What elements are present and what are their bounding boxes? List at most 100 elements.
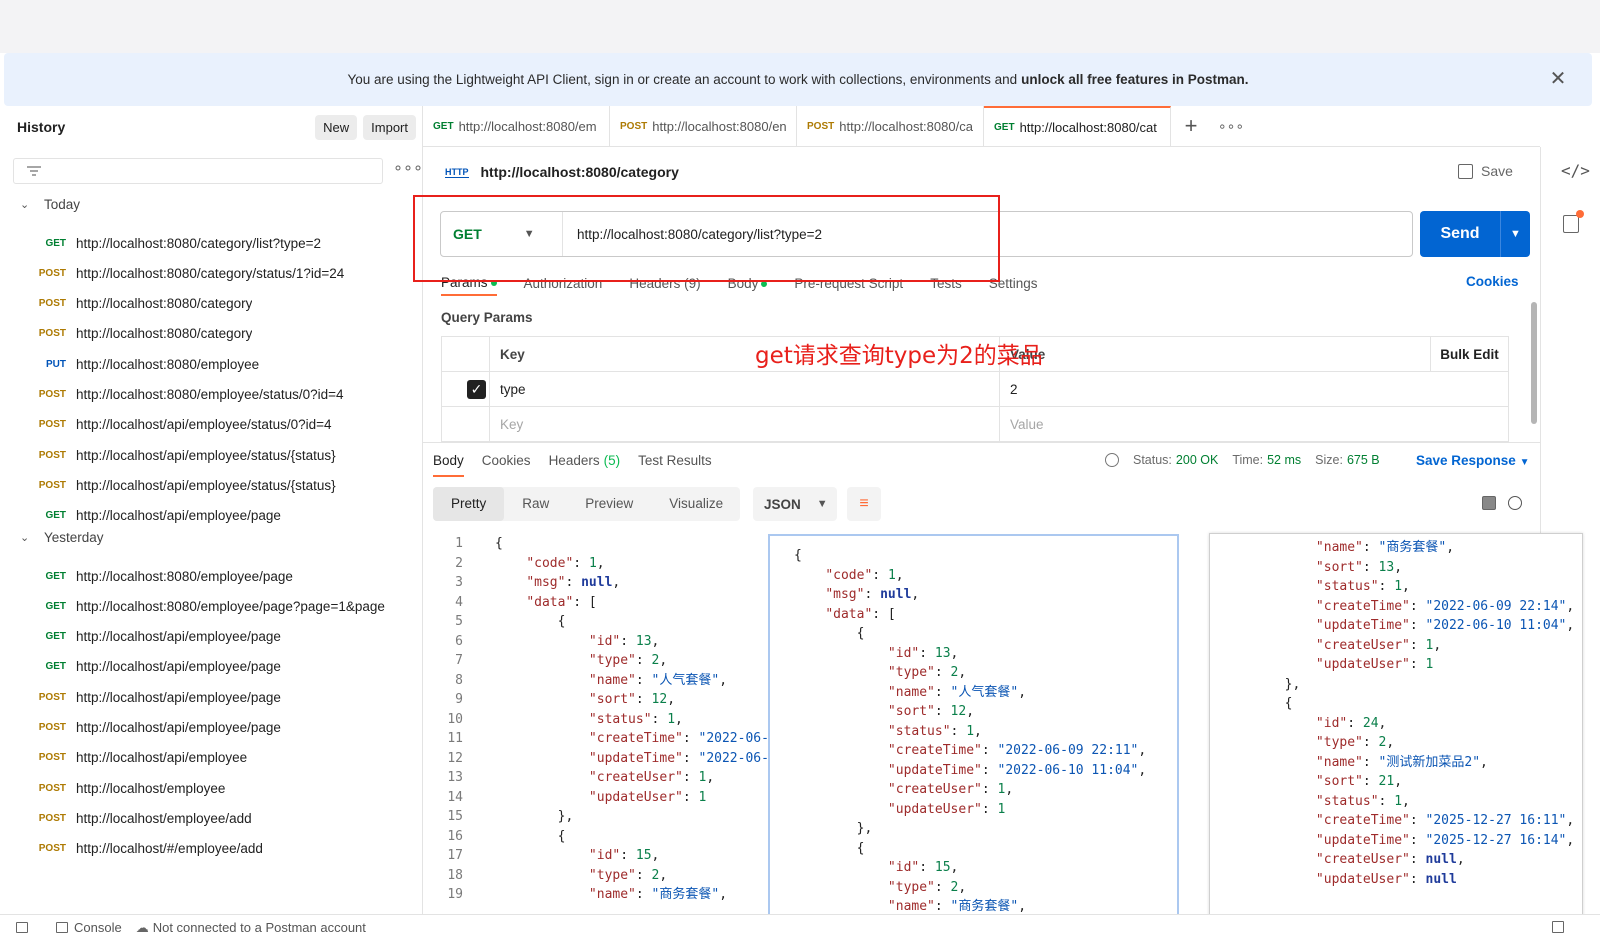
code-line: "updateTime": "2022-06-10 11:04", [1222, 616, 1574, 636]
param-key[interactable]: type [490, 372, 1000, 406]
history-item[interactable]: POST http://localhost:8080/category [0, 289, 422, 319]
tab-label: Headers [548, 453, 600, 468]
method-select[interactable]: GET ▼ [441, 212, 563, 256]
code-token: : [635, 887, 652, 902]
code-token: 15 [934, 860, 951, 875]
globe-icon[interactable] [1105, 453, 1119, 467]
code-line: "createUser": null, [1222, 850, 1465, 870]
toggle-sidebar-icon[interactable] [16, 922, 28, 933]
history-item[interactable]: POST http://localhost/api/employee/status… [0, 440, 422, 470]
send-button[interactable]: Send ▼ [1420, 211, 1530, 257]
request-tab[interactable]: POST http://localhost:8080/en [610, 106, 797, 146]
response-tab-body[interactable]: Body [433, 453, 464, 477]
format-visualize[interactable]: Visualize [651, 487, 741, 521]
format-raw[interactable]: Raw [504, 487, 567, 521]
response-tab-headers[interactable]: Headers (5) [549, 453, 621, 477]
history-item[interactable]: POST http://localhost:8080/category/statu… [0, 258, 422, 288]
request-tab[interactable]: GET http://localhost:8080/cat [984, 106, 1171, 146]
history-group-header[interactable]: ⌄ Yesterday [20, 530, 104, 545]
request-scrollbar[interactable] [1531, 302, 1537, 424]
history-item[interactable]: POST http://localhost/#/employee/add [0, 834, 422, 864]
layout-icon[interactable] [1552, 921, 1564, 933]
param-value[interactable]: 2 [1000, 372, 1430, 406]
response-tab-cookies[interactable]: Cookies [482, 453, 531, 477]
line-number: 7 [455, 653, 463, 668]
history-item[interactable]: GET http://localhost/api/employee/page [0, 501, 422, 531]
save-button[interactable]: Save [1458, 163, 1513, 179]
tab-url: http://localhost:8080/cat [1019, 119, 1157, 135]
code-token: null [581, 575, 613, 590]
save-response-button[interactable]: Save Response ▼ [1416, 453, 1529, 468]
param-checkbox[interactable]: ✓ [467, 380, 486, 399]
history-group-header[interactable]: ⌄ Today [20, 197, 80, 212]
code-token: , [1433, 637, 1442, 653]
history-item[interactable]: GET http://localhost:8080/employee/page [0, 561, 422, 591]
close-icon[interactable]: ✕ [1546, 67, 1570, 91]
code-snippet-icon[interactable]: </> [1561, 161, 1590, 180]
code-token: 1 [966, 723, 975, 739]
import-button[interactable]: Import [363, 114, 416, 140]
url-input[interactable] [563, 212, 1412, 256]
tab-pre-request-script[interactable]: Pre-request Script [794, 276, 903, 295]
history-item[interactable]: POST http://localhost/employee/add [0, 803, 422, 833]
history-item[interactable]: POST http://localhost/api/employee [0, 743, 422, 773]
param-key-placeholder[interactable]: Key [490, 407, 1000, 442]
history-item[interactable]: GET http://localhost:8080/category/list?t… [0, 228, 422, 258]
banner-bold-text[interactable]: unlock all free features in Postman. [1021, 72, 1248, 87]
tab-headers[interactable]: Headers (9) [629, 276, 700, 295]
tab-body[interactable]: Body [728, 276, 768, 295]
response-tab-test-results[interactable]: Test Results [638, 453, 712, 477]
wrap-lines-icon[interactable]: ≡ [847, 487, 881, 521]
tab-tests[interactable]: Tests [930, 276, 962, 295]
history-item[interactable]: POST http://localhost:8080/category [0, 319, 422, 349]
code-token: , [950, 645, 959, 661]
tab-authorization[interactable]: Authorization [524, 276, 603, 295]
bulk-edit-button[interactable]: Bulk Edit [1430, 337, 1508, 371]
code-line: "updateUser": 1 [794, 800, 1005, 820]
tab-more-icon[interactable]: ∘∘∘ [1211, 106, 1251, 146]
request-tab[interactable]: POST http://localhost:8080/ca [797, 106, 984, 146]
copy-icon[interactable] [1482, 496, 1496, 510]
history-item[interactable]: PUT http://localhost:8080/employee [0, 349, 422, 379]
chevron-down-icon[interactable]: ▼ [1500, 211, 1530, 257]
new-button[interactable]: New [315, 114, 358, 140]
request-tab[interactable]: GET http://localhost:8080/em [423, 106, 610, 146]
format-preview[interactable]: Preview [567, 487, 651, 521]
value-header: Value [1010, 346, 1046, 362]
history-item[interactable]: POST http://localhost/api/employee/page [0, 682, 422, 712]
request-title[interactable]: http://localhost:8080/category [481, 164, 679, 180]
history-item[interactable]: POST http://localhost/api/employee/page [0, 713, 422, 743]
language-select[interactable]: JSON ▼ [753, 487, 837, 521]
tab-params[interactable]: Params [441, 275, 497, 296]
history-item[interactable]: POST http://localhost/api/employee/status… [0, 410, 422, 440]
code-token: "createUser" [588, 770, 683, 785]
history-filter-input[interactable] [13, 158, 383, 184]
code-line: "name": "测试新加菜品2", [1222, 753, 1488, 773]
documentation-icon[interactable] [1563, 215, 1579, 233]
history-item[interactable]: GET http://localhost/api/employee/page [0, 622, 422, 652]
console-button[interactable]: Console [74, 920, 122, 935]
code-token: : [950, 723, 967, 739]
tab-label: Cookies [481, 453, 531, 468]
history-item[interactable]: GET http://localhost/api/employee/page [0, 652, 422, 682]
size-value: 675 B [1346, 453, 1380, 467]
history-item[interactable]: POST http://localhost/api/employee/status… [0, 470, 422, 500]
search-icon[interactable] [1508, 496, 1522, 510]
history-item[interactable]: POST http://localhost/employee [0, 773, 422, 803]
param-value-placeholder[interactable]: Value [1000, 407, 1430, 442]
code-token: , [1018, 684, 1027, 700]
history-item[interactable]: GET http://localhost:8080/employee/page?p… [0, 591, 422, 621]
history-item[interactable]: POST http://localhost:8080/employee/statu… [0, 380, 422, 410]
format-pretty[interactable]: Pretty [433, 487, 505, 521]
method-badge: POST [38, 752, 66, 764]
console-icon[interactable] [56, 922, 68, 933]
more-options-icon[interactable]: ∘∘∘ [393, 158, 423, 178]
cookies-link[interactable]: Cookies [1466, 274, 1519, 289]
tab-settings[interactable]: Settings [989, 276, 1038, 295]
new-tab-button[interactable]: + [1171, 106, 1211, 146]
